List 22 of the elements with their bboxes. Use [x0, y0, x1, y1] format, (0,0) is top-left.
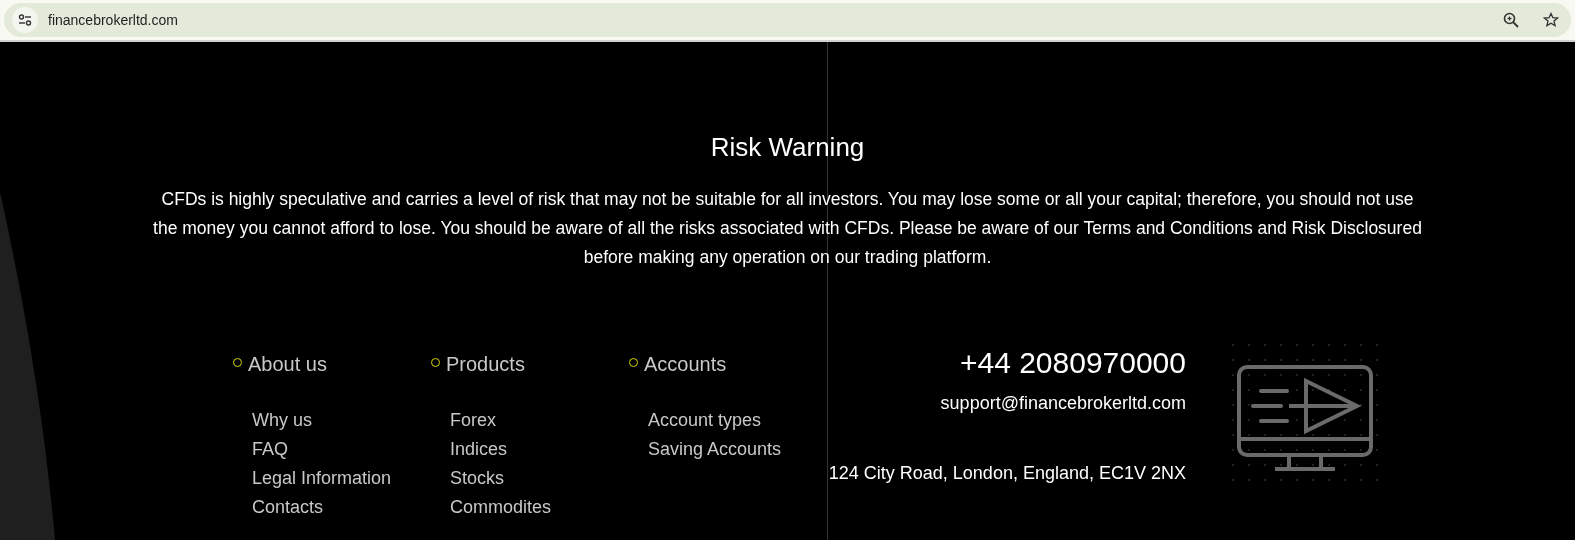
footer-link[interactable]: Why us	[252, 406, 431, 435]
footer-link[interactable]: Forex	[450, 406, 629, 435]
site-info-button[interactable]	[12, 7, 38, 33]
email-link[interactable]: support@financebrokerltd.com	[940, 393, 1186, 414]
risk-warning-title: Risk Warning	[710, 132, 865, 163]
footer-link[interactable]: Account types	[648, 406, 827, 435]
address-text: 124 City Road, London, England, EC1V 2NX	[827, 462, 1186, 485]
footer-heading: Products	[446, 352, 525, 376]
zoom-icon[interactable]	[1503, 12, 1519, 28]
footer-link[interactable]: Stocks	[450, 464, 629, 493]
phone-number: +44 2080970000	[959, 345, 1186, 381]
footer-link[interactable]: Indices	[450, 435, 629, 464]
footer-heading: About us	[248, 352, 327, 376]
footer-link[interactable]: Legal Information	[252, 464, 431, 493]
star-icon[interactable]	[1543, 12, 1559, 28]
footer-link[interactable]: FAQ	[252, 435, 431, 464]
footer-link[interactable]: Contacts	[252, 493, 431, 522]
footer-link[interactable]: Commodites	[450, 493, 629, 522]
footer-link[interactable]: Saving Accounts	[648, 435, 827, 464]
footer-heading: Accounts	[644, 352, 727, 376]
risk-warning-text: CFDs is highly speculative and carries a level of risk that may not be suitable for all investors. You may lose some or all your capital; therefore, you should not use the money you cannot afford to lose. You should be aware of all the risks associated with CFDs. Please be aware of our Terms and Conditions and Risk Disclosured before making any operation on our trading platform.	[152, 188, 1423, 269]
tune-icon	[18, 14, 32, 26]
